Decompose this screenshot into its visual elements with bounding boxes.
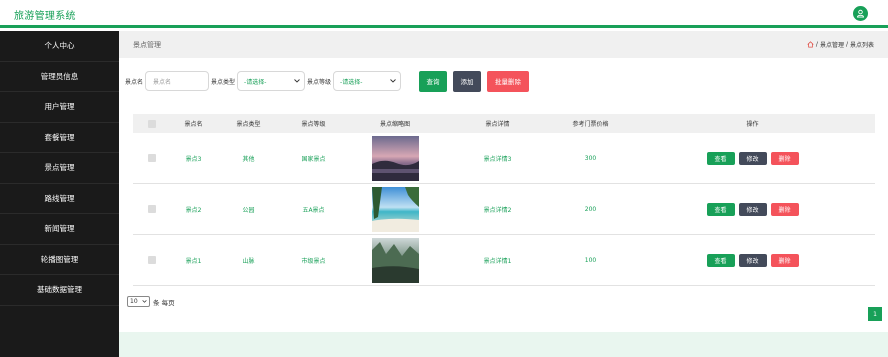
type-filter-label: 景点类型 bbox=[211, 78, 236, 86]
attraction-detail-link[interactable]: 景点详情2 bbox=[444, 205, 551, 214]
row-checkbox[interactable] bbox=[148, 256, 156, 264]
column-header: 操作 bbox=[746, 121, 759, 128]
chevron-down-icon bbox=[142, 300, 147, 303]
page-size-select[interactable]: 10 bbox=[127, 296, 150, 307]
type-select-value: -请选择- bbox=[244, 78, 267, 86]
ticket-price: 200 bbox=[584, 205, 597, 213]
type-select[interactable]: -请选择- bbox=[237, 71, 306, 91]
attraction-thumbnail bbox=[371, 186, 419, 232]
top-bar: 旅游管理系统 bbox=[0, 0, 888, 28]
sidebar-item-label: 管理员信息 bbox=[40, 71, 79, 81]
column-header: 景点缩略图 bbox=[379, 121, 410, 128]
attraction-level: 国家景点 bbox=[301, 155, 326, 163]
attraction-type: 山脉 bbox=[242, 257, 255, 265]
page-size-value: 10 bbox=[130, 298, 138, 305]
attraction-type: 其他 bbox=[242, 155, 255, 163]
attraction-type: 公园 bbox=[242, 206, 255, 214]
footer-band bbox=[119, 332, 888, 357]
breadcrumb-bar: 景点管理 / 景点管理 / 景点列表 bbox=[119, 31, 888, 58]
sidebar-item-profile[interactable]: 个人中心 bbox=[0, 31, 119, 62]
edit-button[interactable]: 修改 bbox=[738, 202, 767, 216]
view-button[interactable]: 查看 bbox=[706, 253, 735, 267]
view-button[interactable]: 查看 bbox=[706, 151, 735, 165]
level-filter-label: 景点等级 bbox=[307, 78, 332, 86]
row-checkbox[interactable] bbox=[148, 205, 156, 213]
sidebar-item-admin-info[interactable]: 管理员信息 bbox=[0, 62, 119, 92]
column-header: 景点类型 bbox=[236, 121, 261, 128]
table-row: 景点1 山脉 市级景点 景点详情1 100 查看 修改 删除 bbox=[133, 235, 875, 286]
attraction-name: 景点3 bbox=[185, 155, 202, 163]
sidebar-item-news[interactable]: 新闻管理 bbox=[0, 214, 119, 245]
edit-button[interactable]: 修改 bbox=[738, 253, 767, 267]
breadcrumb: / 景点管理 / 景点列表 bbox=[807, 40, 874, 49]
sidebar-item-label: 基础数据管理 bbox=[37, 285, 82, 295]
app-title: 旅游管理系统 bbox=[14, 11, 76, 22]
name-filter-label: 景点名 bbox=[125, 78, 144, 86]
level-select-value: -请选择- bbox=[340, 78, 363, 86]
breadcrumb-separator: / bbox=[815, 41, 818, 48]
sidebar-item-label: 个人中心 bbox=[44, 41, 75, 51]
batch-delete-button[interactable]: 批量删除 bbox=[487, 70, 530, 92]
attractions-table: 景点名 景点类型 景点等级 景点缩略图 景点详情 参考门票价格 操作 景点3 其… bbox=[133, 114, 875, 286]
query-button[interactable]: 查询 bbox=[419, 70, 448, 92]
delete-button[interactable]: 删除 bbox=[770, 253, 799, 267]
pagination-size: 10 条 每页 bbox=[127, 296, 175, 307]
sidebar-item-packages[interactable]: 套餐管理 bbox=[0, 123, 119, 153]
add-button[interactable]: 添加 bbox=[453, 70, 482, 92]
sidebar-item-label: 轮播图管理 bbox=[40, 254, 79, 264]
sidebar-item-label: 用户管理 bbox=[44, 102, 75, 112]
attraction-level: 市级景点 bbox=[301, 257, 326, 265]
page-title: 景点管理 bbox=[133, 41, 161, 49]
sidebar-item-routes[interactable]: 路线管理 bbox=[0, 184, 119, 214]
delete-button[interactable]: 删除 bbox=[770, 202, 799, 216]
edit-button[interactable]: 修改 bbox=[738, 151, 767, 165]
attraction-detail-link[interactable]: 景点详情3 bbox=[444, 154, 551, 163]
table-row: 景点2 公园 五A景点 景点详情2 200 查看 修改 删除 bbox=[133, 184, 875, 235]
user-icon bbox=[856, 9, 865, 18]
delete-button[interactable]: 删除 bbox=[770, 151, 799, 165]
attraction-detail-link[interactable]: 景点详情1 bbox=[444, 256, 551, 265]
page-number-button[interactable]: 1 bbox=[868, 307, 882, 321]
ticket-price: 100 bbox=[584, 256, 597, 264]
table-row: 景点3 其他 国家景点 景点详情3 300 查看 修改 删除 bbox=[133, 133, 875, 184]
sidebar-item-label: 路线管理 bbox=[44, 193, 75, 203]
home-icon[interactable] bbox=[807, 41, 814, 48]
ticket-price: 300 bbox=[584, 154, 597, 162]
view-button[interactable]: 查看 bbox=[706, 202, 735, 216]
column-header: 参考门票价格 bbox=[572, 121, 609, 128]
sidebar-item-carousel[interactable]: 轮播图管理 bbox=[0, 245, 119, 275]
select-all-checkbox[interactable] bbox=[148, 119, 156, 128]
user-avatar-button[interactable] bbox=[853, 6, 868, 21]
attraction-thumbnail bbox=[371, 135, 419, 181]
sidebar-item-label: 套餐管理 bbox=[44, 132, 75, 142]
column-header: 景点详情 bbox=[485, 121, 510, 128]
column-header: 景点等级 bbox=[301, 121, 326, 128]
sidebar-item-base-data[interactable]: 基础数据管理 bbox=[0, 275, 119, 306]
filter-bar: 景点名 景点名 景点类型 -请选择- 景点等级 -请选择- 查询 添加 批量删除 bbox=[125, 70, 530, 92]
table-header: 景点名 景点类型 景点等级 景点缩略图 景点详情 参考门票价格 操作 bbox=[133, 114, 875, 133]
chevron-down-icon bbox=[390, 79, 396, 83]
sidebar-item-attractions[interactable]: 景点管理 bbox=[0, 153, 119, 184]
sidebar-item-label: 景点管理 bbox=[44, 163, 75, 173]
breadcrumb-separator: / bbox=[845, 41, 848, 48]
name-search-input[interactable]: 景点名 bbox=[145, 71, 210, 91]
attraction-name: 景点1 bbox=[185, 257, 202, 265]
row-checkbox[interactable] bbox=[148, 154, 156, 162]
sidebar-item-users[interactable]: 用户管理 bbox=[0, 92, 119, 123]
column-header: 景点名 bbox=[184, 121, 203, 128]
attraction-thumbnail bbox=[371, 237, 419, 283]
chevron-down-icon bbox=[294, 79, 300, 83]
sidebar: 个人中心 管理员信息 用户管理 套餐管理 景点管理 路线管理 新闻管理 轮播图管… bbox=[0, 31, 119, 357]
sidebar-item-label: 新闻管理 bbox=[44, 224, 75, 234]
per-page-label: 条 每页 bbox=[153, 298, 175, 307]
attraction-name: 景点2 bbox=[185, 206, 202, 214]
main-content: 景点管理 / 景点管理 / 景点列表 景点名 景点名 景点类型 -请选择- 景点… bbox=[119, 31, 888, 357]
breadcrumb-level2: 景点列表 bbox=[849, 42, 874, 49]
attraction-level: 五A景点 bbox=[302, 206, 325, 214]
breadcrumb-level1[interactable]: 景点管理 bbox=[820, 40, 844, 49]
level-select[interactable]: -请选择- bbox=[333, 71, 402, 91]
